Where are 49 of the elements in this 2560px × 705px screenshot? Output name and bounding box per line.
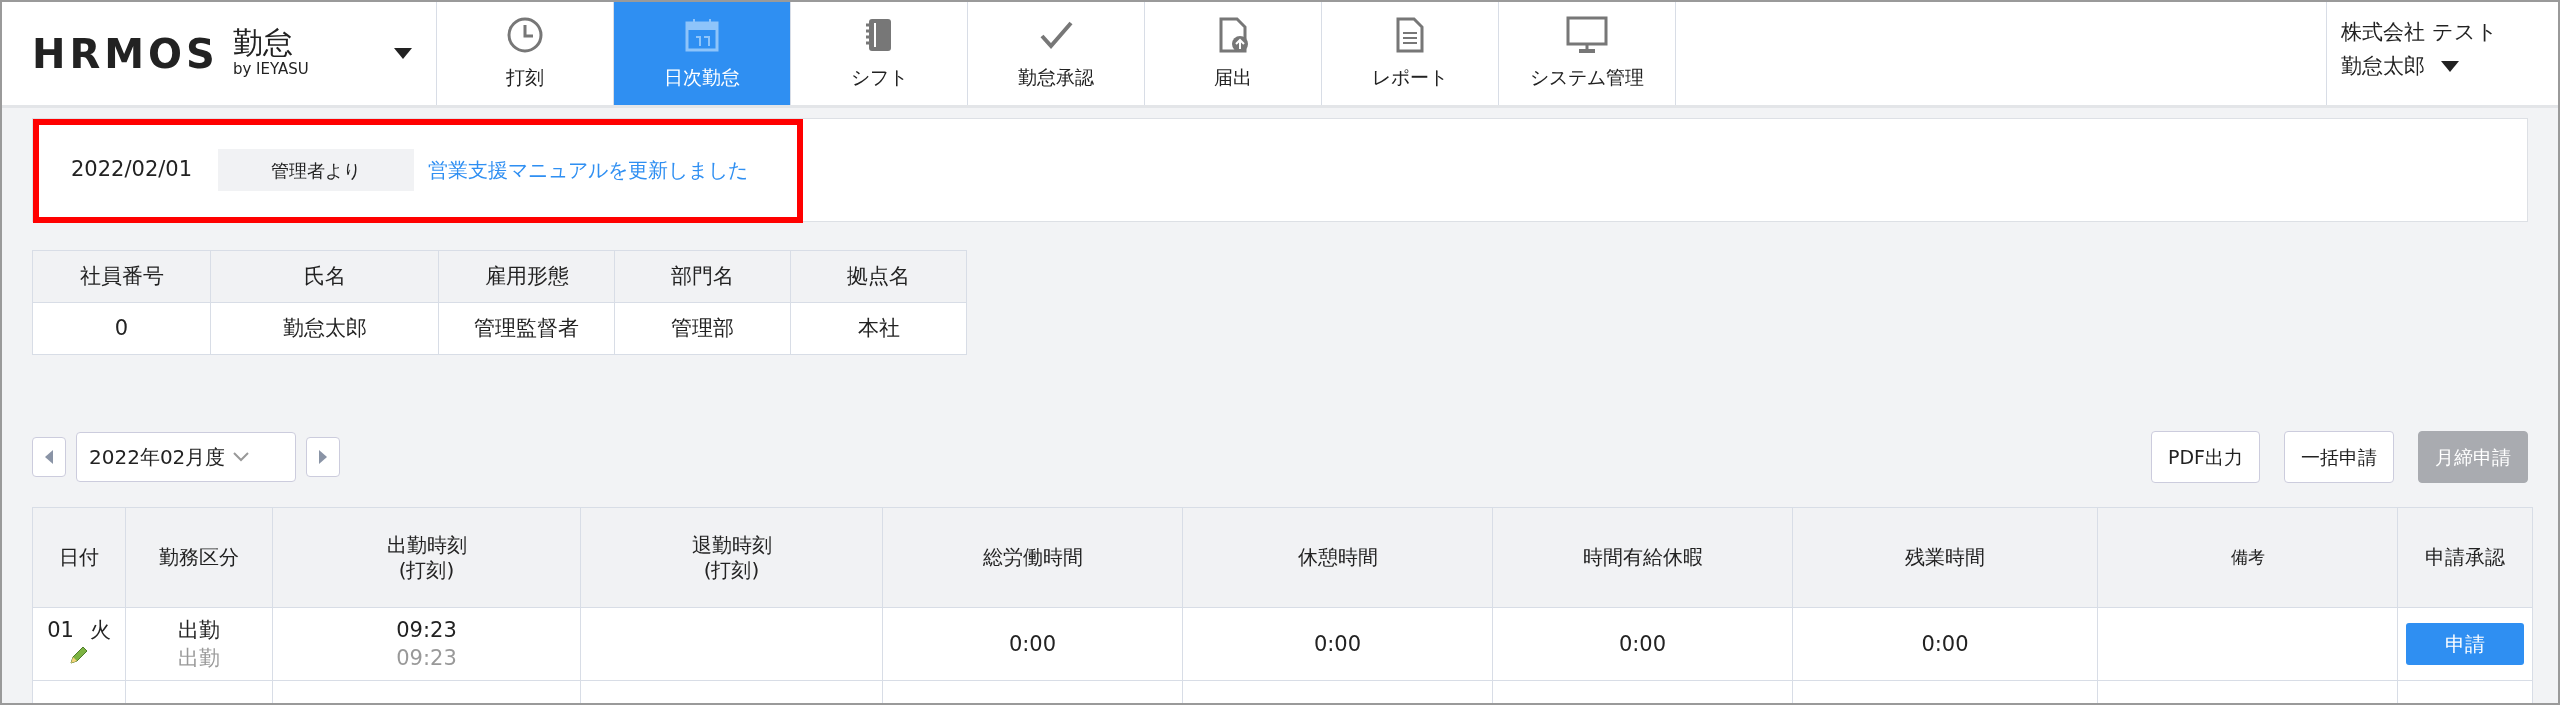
dropdown-caret-icon[interactable]	[394, 48, 412, 59]
time-value: 0:00	[1618, 631, 1667, 656]
column-header: 勤務区分	[125, 507, 273, 608]
work-type-text: 出勤	[177, 616, 221, 644]
column-header: 退勤時刻 (打刻)	[580, 507, 883, 608]
pencil-icon[interactable]	[68, 644, 90, 667]
table-cell: 勤怠太郎	[210, 302, 439, 355]
clock-in-time: 09:23	[395, 616, 458, 644]
time-value: 0:00	[1008, 631, 1057, 656]
action-button[interactable]: PDF出力	[2150, 431, 2260, 483]
column-header: 時間有給休暇	[1492, 507, 1793, 608]
column-header: 拠点名	[790, 250, 967, 303]
notice-date: 2022/02/01	[70, 156, 194, 184]
column-header: 社員番号	[32, 250, 211, 303]
notice-source: 管理者より	[218, 149, 415, 191]
stamped-time-text: 09:23	[395, 645, 458, 672]
monitor-icon	[1565, 15, 1609, 56]
column-header: 申請承認	[2397, 507, 2533, 608]
column-header: 休憩時間	[1182, 507, 1493, 608]
weekday-text: 火	[89, 617, 111, 644]
table-cell: 0	[32, 302, 211, 355]
time-value: 0:00	[1921, 631, 1969, 656]
dropdown-caret-icon[interactable]	[2441, 60, 2459, 72]
period-select[interactable]: 2022年02月度	[76, 432, 296, 482]
chevron-down-icon	[233, 452, 250, 462]
time-value: 0:00	[1313, 631, 1362, 656]
table-cell: 管理監督者	[438, 302, 615, 355]
triangle-right-icon	[317, 449, 329, 465]
user-name[interactable]: 勤怠太郎	[2341, 49, 2425, 84]
triangle-left-icon	[43, 449, 55, 465]
table-cell: 本社	[790, 302, 967, 355]
column-header: 雇用形態	[438, 250, 615, 303]
column-header: 備考	[2097, 507, 2398, 608]
work-type-text: 出勤	[177, 645, 221, 672]
date-text: 01	[47, 617, 74, 644]
previous-month-button[interactable]	[32, 437, 66, 477]
column-header: 日付	[32, 507, 126, 608]
company-name: 株式会社 テスト	[2341, 19, 2499, 46]
table-cell: 管理部	[614, 302, 791, 355]
column-header: 氏名	[210, 250, 439, 303]
action-button[interactable]: 一括申請	[2284, 431, 2394, 483]
column-header: 残業時間	[1792, 507, 2098, 608]
product-name: 勤怠	[232, 26, 294, 58]
column-header: 部門名	[614, 250, 791, 303]
column-header: 出勤時刻 (打刻)	[272, 507, 581, 608]
logo-wordmark: HRMOS	[32, 33, 219, 74]
column-header: 総労働時間	[882, 507, 1183, 608]
logo-byline: by IEYASU	[232, 59, 309, 80]
next-month-button[interactable]	[306, 437, 340, 477]
